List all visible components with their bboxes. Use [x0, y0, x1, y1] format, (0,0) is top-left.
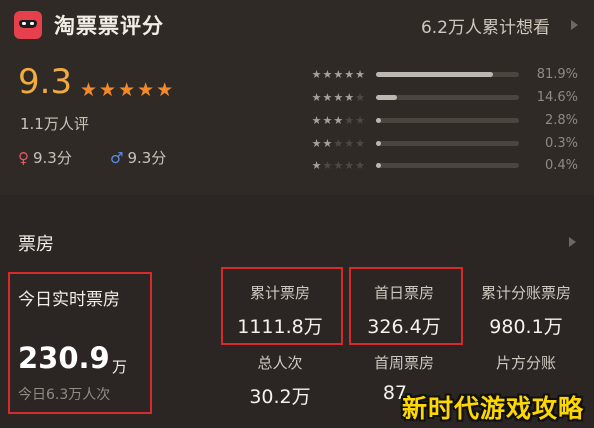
rating-distribution-row: ★★★★★ 2.8%	[288, 112, 578, 130]
taopiaopiao-logo-icon	[14, 11, 42, 39]
overall-score: 9.3	[18, 62, 73, 102]
rater-count: 1.1万人评	[20, 115, 89, 133]
producer-split-label: 片方分账	[495, 354, 556, 372]
first-day-box-office-value: 326.4万	[367, 316, 441, 338]
distribution-percent: 2.8%	[544, 113, 578, 128]
rating-header[interactable]: 淘票票评分 6.2万人累计想看	[14, 8, 580, 42]
cumulative-split-box-office-value: 980.1万	[489, 316, 563, 338]
distribution-bar-track	[376, 163, 519, 168]
star-level-icon: ★★★★★	[311, 114, 366, 127]
distribution-percent: 14.6%	[536, 90, 578, 105]
chevron-right-icon[interactable]	[569, 237, 576, 247]
rating-distribution-row: ★★★★★ 14.6%	[288, 89, 578, 107]
distribution-bar-fill	[376, 141, 381, 146]
female-score: ♀ 9.3分	[18, 147, 72, 168]
distribution-bar-track	[376, 118, 519, 123]
star-rating-icon: ★★★★★	[80, 79, 176, 101]
male-score: ♂ 9.3分	[110, 147, 166, 168]
distribution-bar-track	[376, 72, 519, 77]
male-score-value: 9.3分	[127, 149, 167, 167]
distribution-percent: 0.3%	[544, 136, 578, 151]
today-realtime-value: 230.9	[18, 341, 110, 375]
distribution-bar-fill	[376, 95, 397, 100]
star-level-icon: ★★★★★	[311, 91, 366, 104]
box-office-title: 票房	[18, 234, 54, 255]
star-level-icon: ★★★★★	[311, 68, 366, 81]
male-icon: ♂	[110, 149, 124, 167]
today-realtime-unit: 万	[112, 358, 128, 376]
today-realtime-label: 今日实时票房	[18, 290, 120, 310]
total-viewers-label: 总人次	[257, 354, 303, 372]
female-icon: ♀	[18, 149, 29, 167]
distribution-bar-track	[376, 141, 519, 146]
female-score-value: 9.3分	[33, 149, 72, 167]
today-viewers: 今日6.3万人次	[18, 387, 111, 403]
distribution-bar-track	[376, 95, 519, 100]
app-title: 淘票票评分	[54, 14, 164, 38]
watermark-logo: 新时代游戏攻略	[401, 394, 584, 423]
first-day-box-office-label: 首日票房	[373, 284, 434, 302]
distribution-percent: 0.4%	[544, 158, 578, 173]
cumulative-box-office-label: 累计票房	[249, 284, 310, 302]
distribution-percent: 81.9%	[536, 67, 578, 82]
cumulative-box-office-value: 1111.8万	[237, 316, 323, 338]
chevron-right-icon[interactable]	[571, 20, 578, 30]
distribution-bar-fill	[376, 118, 381, 123]
cumulative-split-box-office-label: 累计分账票房	[480, 284, 571, 302]
rating-distribution-row: ★★★★★ 81.9%	[288, 66, 578, 84]
want-to-see-count: 6.2万人累计想看	[420, 18, 550, 38]
star-level-icon: ★★★★★	[311, 159, 366, 172]
rating-distribution-row: ★★★★★ 0.4%	[288, 157, 578, 175]
distribution-bar-fill	[376, 72, 494, 77]
total-viewers-value: 30.2万	[249, 386, 311, 408]
star-level-icon: ★★★★★	[311, 137, 366, 150]
distribution-bar-fill	[376, 163, 381, 168]
first-week-box-office-label: 首周票房	[373, 354, 434, 372]
rating-panel: 淘票票评分 6.2万人累计想看 9.3 ★★★★★ 1.1万人评 ♀ 9.3分 ♂…	[0, 0, 594, 195]
rating-distribution-row: ★★★★★ 0.3%	[288, 135, 578, 153]
